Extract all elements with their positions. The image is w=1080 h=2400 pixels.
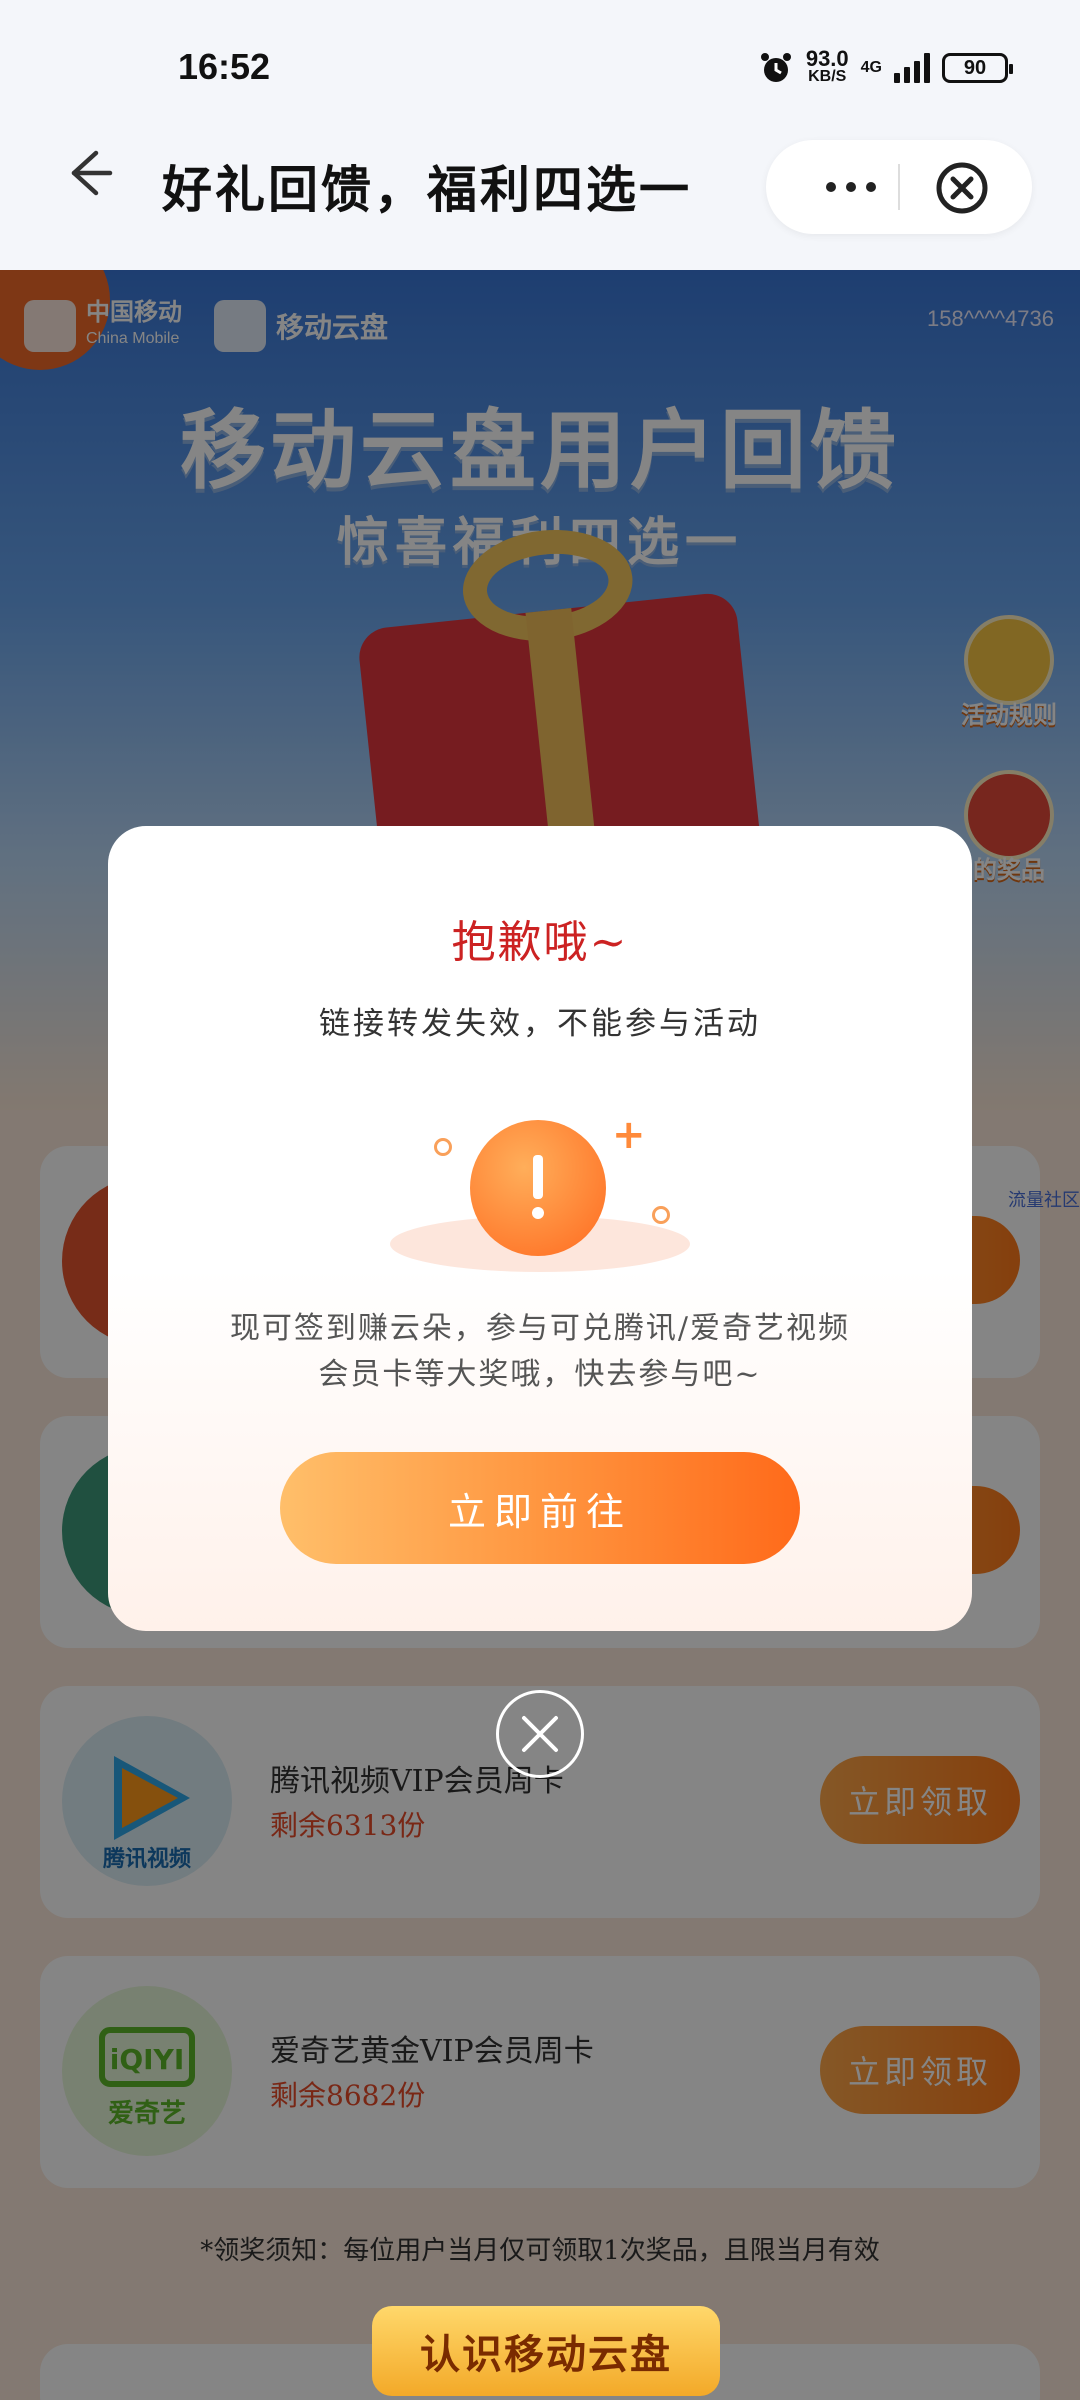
dialog-title: 抱歉哦~ [451,917,629,968]
status-bar: 16:52 93.0 KB/S 4G 90 [0,0,1080,140]
battery-level: 90 [963,56,987,79]
mini-program-capsule [766,140,1032,234]
signal-icon [894,53,930,83]
battery-icon: 90 [942,53,1013,83]
dialog-description: 链接转发失效，不能参与活动 [319,1006,761,1042]
exclamation-icon [470,1120,606,1256]
go-now-button[interactable]: 立即前往 [280,1452,800,1564]
decor-plus: + [612,1112,646,1158]
status-time: 16:52 [178,46,271,87]
page-title: 好礼回馈，福利四选一 [162,160,692,219]
close-icon[interactable] [496,1690,584,1778]
network-type: 4G [860,59,882,76]
status-icons: 93.0 KB/S 4G 90 [758,46,1013,90]
close-circle-icon[interactable] [934,160,990,216]
net-speed-unit: KB/S [808,68,847,85]
capsule-divider [898,164,900,210]
dialog-body-line1: 现可签到赚云朵，参与可兑腾讯/爱奇艺视频 [229,1311,851,1346]
decor-ring [434,1138,452,1156]
net-speed-value: 93.0 [805,46,849,71]
dialog-body-line2: 会员卡等大奖哦，快去参与吧~ [318,1357,762,1392]
arrow-left-icon[interactable] [62,145,118,201]
dialog-body: 现可签到赚云朵，参与可兑腾讯/爱奇艺视频 会员卡等大奖哦，快去参与吧~ [168,1306,912,1398]
decor-ring [652,1206,670,1224]
learn-cloud-drive-button[interactable]: 认识移动云盘 [372,2306,720,2396]
sorry-dialog: 抱歉哦~ 链接转发失效，不能参与活动 + 现可签到赚云朵，参与可兑腾讯/爱奇艺视… [108,826,972,1631]
more-dots-icon[interactable] [806,162,896,212]
alarm-icon [760,53,791,82]
net-speed: 93.0 KB/S [805,46,849,86]
